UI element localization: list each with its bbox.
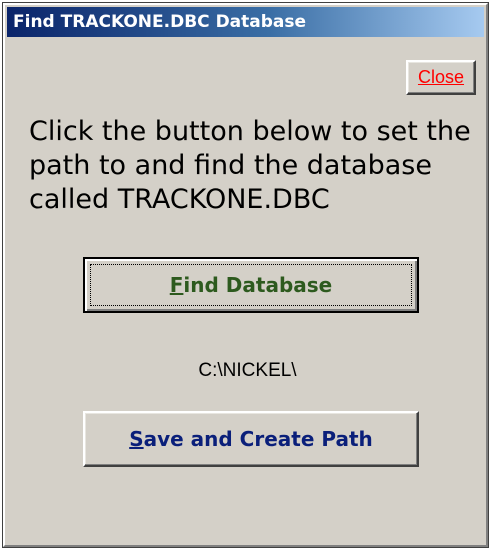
instruction-line-2: path to and find the database	[29, 150, 432, 181]
instruction-text: Click the button below to set the path t…	[29, 115, 479, 217]
instruction-line-1: Click the button below to set the	[29, 116, 471, 147]
find-database-dialog: Find TRACKONE.DBC Database Close Click t…	[2, 2, 489, 548]
instruction-line-3: called TRACKONE.DBC	[29, 184, 330, 215]
save-and-create-path-label: Save and Create Path	[129, 427, 373, 451]
focus-rectangle	[90, 264, 412, 306]
database-path: C:\NICKEL\	[198, 360, 297, 381]
window-title: Find TRACKONE.DBC Database	[13, 12, 307, 32]
find-database-button[interactable]: Find Database	[83, 257, 419, 313]
close-button[interactable]: Close	[406, 60, 476, 95]
close-button-label: Close	[417, 67, 465, 87]
save-and-create-path-button[interactable]: Save and Create Path	[83, 411, 419, 467]
title-bar[interactable]: Find TRACKONE.DBC Database	[7, 7, 484, 37]
